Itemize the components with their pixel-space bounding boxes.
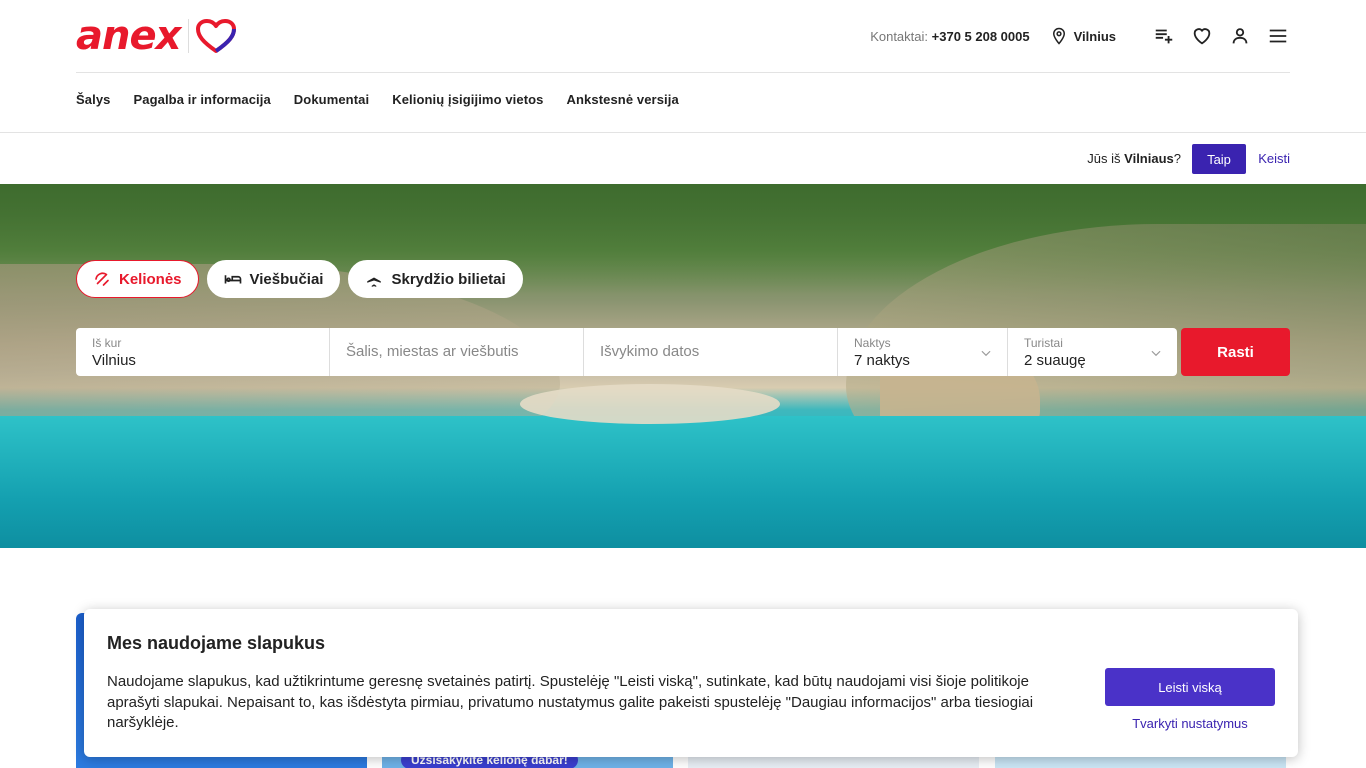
heart-logo-icon [196, 19, 237, 53]
tourists-value: 2 suaugę [1024, 352, 1086, 369]
cookie-banner: Mes naudojame slapukus Naudojame slapuku… [84, 609, 1298, 757]
header-utilities: Kontaktai: +370 5 208 0005 Vilnius [870, 22, 1290, 50]
heart-icon[interactable] [1190, 24, 1214, 48]
tab-label: Kelionės [119, 270, 182, 288]
logo-divider [188, 19, 190, 53]
nav-item-documents[interactable]: Dokumentai [294, 92, 369, 107]
nights-select[interactable]: Naktys 7 naktys [838, 328, 1008, 376]
logo-text: anex [76, 13, 181, 59]
dates-field[interactable]: Išvykimo datos [584, 328, 838, 376]
contact-info: Kontaktai: +370 5 208 0005 [870, 29, 1029, 44]
city-selector[interactable]: Vilnius [1050, 27, 1116, 45]
hero-sea [0, 416, 1366, 548]
nav-item-purchase-locations[interactable]: Kelionių įsigijimo vietos [392, 92, 543, 107]
tourists-select[interactable]: Turistai 2 suaugę [1008, 328, 1177, 376]
from-value: Vilnius [92, 352, 136, 369]
from-field[interactable]: Iš kur Vilnius [76, 328, 330, 376]
geo-question-city: Vilniaus [1124, 151, 1174, 166]
nav-item-help[interactable]: Pagalba ir informacija [133, 92, 270, 107]
menu-icon[interactable] [1266, 24, 1290, 48]
city-label: Vilnius [1073, 28, 1116, 44]
tab-label: Viešbučiai [249, 270, 324, 288]
tourists-label: Turistai [1024, 336, 1063, 350]
chevron-down-icon [981, 350, 991, 357]
contact-phone[interactable]: +370 5 208 0005 [932, 29, 1030, 44]
hero-beach [520, 384, 780, 424]
nav-item-previous-version[interactable]: Ankstesnė versija [567, 92, 679, 107]
nav-item-countries[interactable]: Šalys [76, 92, 110, 107]
user-icon[interactable] [1228, 24, 1252, 48]
airplane-icon [367, 271, 382, 287]
map-pin-icon [1052, 27, 1065, 45]
geo-change-link[interactable]: Keisti [1258, 151, 1290, 166]
dates-placeholder: Išvykimo datos [600, 343, 700, 360]
beach-umbrella-icon [95, 272, 109, 286]
destination-field[interactable]: Šalis, miestas ar viešbutis [330, 328, 584, 376]
geo-yes-button[interactable]: Taip [1192, 144, 1246, 174]
anex-logo[interactable]: anex [76, 13, 237, 59]
destination-placeholder: Šalis, miestas ar viešbutis [346, 343, 519, 360]
find-button[interactable]: Rasti [1181, 328, 1290, 376]
tab-hotels[interactable]: Viešbučiai [206, 260, 341, 298]
main-nav: Šalys Pagalba ir informacija Dokumentai … [76, 92, 702, 107]
bed-icon [224, 275, 241, 284]
site-header: anex Kontaktai: +370 5 208 0005 Vilnius [0, 0, 1366, 132]
contact-label: Kontaktai: [870, 28, 929, 44]
chevron-down-icon [1151, 350, 1161, 357]
cookie-text: Naudojame slapukus, kad užtikrintume ger… [107, 673, 1034, 731]
search-type-tabs: Kelionės Viešbučiai Skrydžio bilietai [76, 260, 523, 298]
manage-settings-link[interactable]: Tvarkyti nustatymus [1105, 716, 1275, 731]
tab-flights[interactable]: Skrydžio bilietai [348, 260, 523, 298]
search-form: Iš kur Vilnius Šalis, miestas ar viešbut… [76, 328, 1177, 376]
nights-label: Naktys [854, 336, 891, 350]
from-label: Iš kur [92, 336, 122, 350]
header-divider [76, 72, 1290, 73]
nights-value: 7 naktys [854, 352, 910, 369]
geo-question-prefix: Jūs iš [1087, 151, 1121, 166]
geo-question-suffix: ? [1173, 151, 1181, 166]
cookie-title: Mes naudojame slapukus [107, 633, 326, 653]
tab-tours[interactable]: Kelionės [76, 260, 199, 298]
accept-all-button[interactable]: Leisti viską [1105, 668, 1275, 706]
playlist-add-icon[interactable] [1152, 24, 1176, 48]
tab-label: Skrydžio bilietai [391, 270, 506, 288]
geo-question: Jūs iš Vilniaus? [1087, 151, 1181, 166]
geo-confirm-bar: Jūs iš Vilniaus? Taip Keisti [0, 133, 1366, 184]
